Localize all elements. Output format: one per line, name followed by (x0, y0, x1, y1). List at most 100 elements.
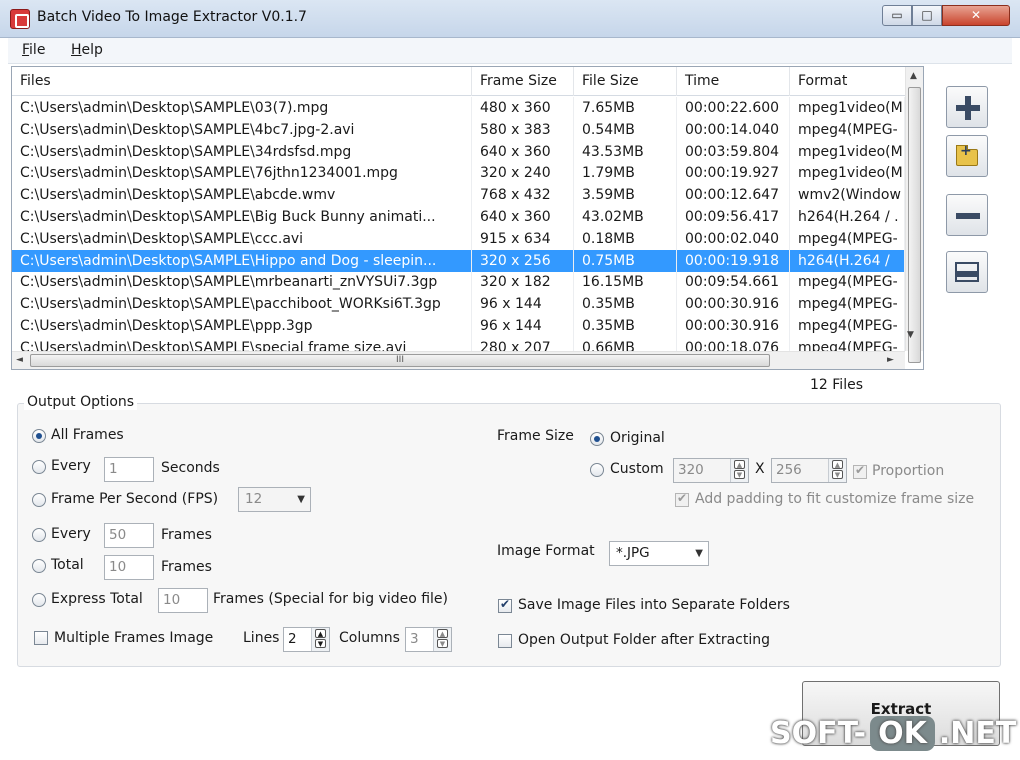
columns-spinner[interactable]: ▲ ▼ (433, 628, 451, 651)
table-cell: C:\Users\admin\Desktop\SAMPLE\4bc7.jpg-2… (12, 118, 472, 141)
table-cell: C:\Users\admin\Desktop\SAMPLE\Hippo and … (12, 249, 472, 272)
total-label: Total (51, 557, 84, 573)
table-cell: 00:00:30.916 (677, 315, 790, 337)
total-input[interactable]: 10 (104, 555, 154, 580)
table-cell: wmv2(Window (790, 184, 905, 207)
custom-radio[interactable] (590, 463, 604, 477)
save-separate-checkbox[interactable] (498, 597, 512, 613)
every-frames-label: Every (51, 526, 91, 542)
table-cell: C:\Users\admin\Desktop\SAMPLE\abcde.wmv (12, 184, 472, 207)
scroll-left-arrow-icon[interactable]: ◄ (16, 355, 23, 365)
add-folder-button[interactable]: + (946, 135, 988, 177)
original-radio[interactable] (590, 432, 604, 446)
column-header-files[interactable]: Files (12, 67, 472, 96)
table-row[interactable]: C:\Users\admin\Desktop\SAMPLE\76jthn1234… (12, 162, 905, 185)
multiple-frames-checkbox[interactable] (34, 631, 48, 645)
table-row[interactable]: C:\Users\admin\Desktop\SAMPLE\03(7).mpg 4… (12, 97, 905, 119)
fps-select[interactable]: 12 ▼ (238, 487, 311, 512)
express-total-input[interactable]: 10 (158, 588, 208, 613)
spin-up-icon[interactable]: ▲ (437, 629, 448, 638)
columns-input[interactable]: 3 ▲ ▼ (405, 627, 452, 652)
spin-up-icon[interactable]: ▲ (832, 460, 843, 469)
spin-down-icon[interactable]: ▼ (437, 639, 448, 648)
table-cell: 3.59MB (574, 184, 677, 207)
custom-width-input[interactable]: 320 ▲ ▼ (673, 458, 749, 483)
table-cell: h264(H.264 / (790, 249, 905, 272)
table-cell: 00:09:54.661 (677, 271, 790, 294)
horizontal-scrollbar[interactable]: ◄ III ► (12, 351, 905, 369)
image-format-select[interactable]: *.JPG ▼ (609, 541, 709, 566)
vertical-scrollbar[interactable]: ▲ (905, 67, 923, 363)
lines-spinner[interactable]: ▲ ▼ (311, 628, 329, 651)
every-seconds-input[interactable]: 1 (104, 457, 154, 482)
column-header-time[interactable]: Time (677, 67, 790, 96)
table-row[interactable]: C:\Users\admin\Desktop\SAMPLE\abcde.wmv 7… (12, 184, 905, 207)
frame-size-label: Frame Size (497, 428, 574, 444)
total-radio[interactable] (32, 559, 46, 573)
horizontal-scroll-thumb[interactable]: III (30, 354, 770, 367)
every-frames-radio[interactable] (32, 528, 46, 542)
column-header-frame-size[interactable]: Frame Size (472, 67, 574, 96)
table-row[interactable]: C:\Users\admin\Desktop\SAMPLE\Hippo and … (12, 249, 905, 272)
table-cell: mpeg1video(M (790, 162, 905, 185)
table-cell: 00:00:19.927 (677, 162, 790, 185)
plus-icon-vertical (965, 96, 971, 120)
menu-help[interactable]: Help (71, 42, 103, 58)
column-header-format[interactable]: Format (790, 67, 905, 96)
table-row[interactable]: C:\Users\admin\Desktop\SAMPLE\pacchiboot… (12, 293, 905, 316)
minimize-button[interactable]: ▭ (882, 5, 912, 26)
output-options-label: Output Options (24, 394, 138, 410)
spin-up-icon[interactable]: ▲ (734, 460, 745, 469)
column-header-file-size[interactable]: File Size (574, 67, 677, 96)
table-cell: 00:09:56.417 (677, 206, 790, 228)
table-row[interactable]: C:\Users\admin\Desktop\SAMPLE\Big Buck B… (12, 206, 905, 228)
remove-file-button[interactable] (946, 194, 988, 236)
table-cell: h264(H.264 / . (790, 206, 905, 228)
add-files-button[interactable] (946, 86, 988, 128)
spin-down-icon[interactable]: ▼ (832, 470, 843, 479)
spin-down-icon[interactable]: ▼ (315, 639, 326, 648)
table-row[interactable]: C:\Users\admin\Desktop\SAMPLE\ppp.3gp 96 … (12, 315, 905, 337)
table-cell: 00:00:02.040 (677, 227, 790, 250)
table-cell: 00:00:30.916 (677, 293, 790, 316)
table-cell: 1.79MB (574, 162, 677, 185)
app-icon (10, 9, 30, 29)
minus-icon (956, 213, 980, 219)
scroll-up-arrow-icon[interactable]: ▲ (910, 71, 917, 81)
vertical-scroll-thumb[interactable] (908, 87, 921, 363)
all-frames-radio[interactable] (32, 429, 46, 443)
scroll-down-arrow-icon[interactable]: ▼ (907, 330, 914, 340)
custom-height-input[interactable]: 256 ▲ ▼ (771, 458, 847, 483)
scroll-right-arrow-icon[interactable]: ► (887, 355, 894, 365)
columns-label: Columns (339, 630, 400, 646)
close-button[interactable]: ✕ (942, 5, 1010, 26)
height-spinner[interactable]: ▲ ▼ (828, 459, 846, 482)
table-cell: 320 x 240 (472, 162, 574, 185)
watermark-left: SOFT- (770, 716, 867, 751)
spin-down-icon[interactable]: ▼ (734, 470, 745, 479)
every-frames-input[interactable]: 50 (104, 523, 154, 548)
open-folder-checkbox[interactable] (498, 634, 512, 648)
file-list[interactable]: Files Frame Size File Size Time Format C… (11, 66, 924, 370)
proportion-checkbox[interactable] (853, 463, 867, 479)
fps-radio[interactable] (32, 493, 46, 507)
original-label: Original (610, 430, 665, 446)
table-row[interactable]: C:\Users\admin\Desktop\SAMPLE\34rdsfsd.m… (12, 140, 905, 163)
table-row[interactable]: C:\Users\admin\Desktop\SAMPLE\4bc7.jpg-2… (12, 118, 905, 141)
express-total-radio[interactable] (32, 593, 46, 607)
width-spinner[interactable]: ▲ ▼ (730, 459, 748, 482)
chevron-down-icon: ▼ (297, 494, 305, 505)
remove-all-button[interactable] (946, 251, 988, 293)
table-row[interactable]: C:\Users\admin\Desktop\SAMPLE\ccc.avi 915… (12, 227, 905, 250)
menu-help-label: elp (81, 42, 103, 58)
spin-up-icon[interactable]: ▲ (315, 629, 326, 638)
lines-input[interactable]: 2 ▲ ▼ (283, 627, 330, 652)
padding-checkbox[interactable] (675, 491, 689, 507)
maximize-button[interactable]: □ (912, 5, 942, 26)
menu-file[interactable]: File (22, 42, 45, 58)
table-cell: mpeg4(MPEG- (790, 293, 905, 316)
proportion-label: Proportion (872, 463, 945, 479)
table-cell: 00:00:19.918 (677, 249, 790, 272)
table-row[interactable]: C:\Users\admin\Desktop\SAMPLE\mrbeanarti… (12, 271, 905, 294)
every-seconds-radio[interactable] (32, 460, 46, 474)
